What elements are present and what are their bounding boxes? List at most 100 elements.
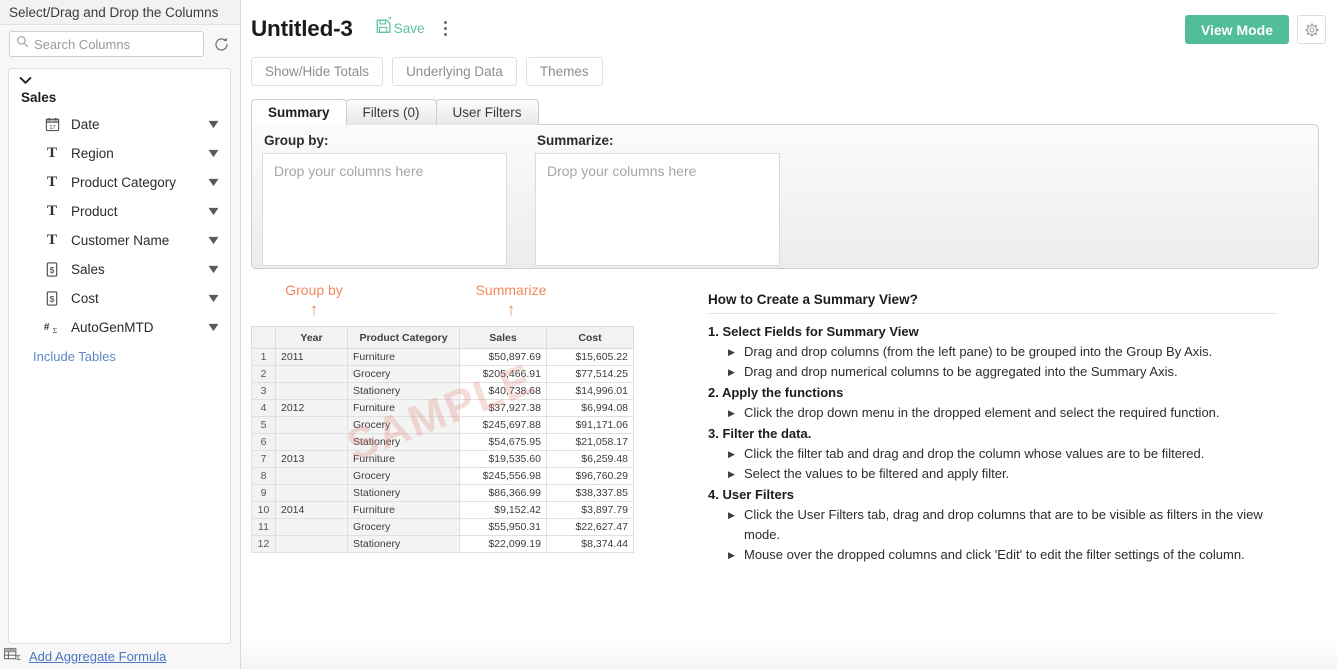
column-item-sales[interactable]: $ Sales [9, 255, 230, 284]
group-by-dropzone[interactable]: Drop your columns here [262, 153, 507, 266]
column-menu-caret-icon[interactable] [206, 147, 220, 161]
annotation-group-by: Group by ↑ [259, 282, 369, 320]
save-label: Save [393, 21, 425, 36]
summarize-label: Summarize: [537, 133, 614, 148]
howto-bullet-text: Mouse over the dropped columns and click… [744, 547, 1245, 562]
cell-sales: $54,675.95 [459, 433, 547, 451]
col-header-index [251, 326, 276, 349]
main-area: Untitled-3 * Save View Mode Show/Hide To… [241, 0, 1337, 669]
triangle-bullet-icon: ▶ [728, 347, 735, 357]
column-label: AutoGenMTD [71, 320, 154, 335]
cell-cost: $3,897.79 [546, 501, 634, 519]
search-input[interactable] [34, 36, 198, 52]
add-aggregate-formula-link[interactable]: Add Aggregate Formula [29, 649, 166, 664]
triangle-bullet-icon: ▶ [728, 367, 735, 377]
table-row: 10 2014 Furniture $9,152.42 $3,897.79 [251, 501, 634, 519]
table-row: 4 2012 Furniture $37,927.38 $6,994.08 [251, 399, 634, 417]
svg-text:*: * [388, 17, 392, 26]
cell-year [275, 416, 348, 434]
tab-summary[interactable]: Summary [251, 99, 347, 125]
cell-year [275, 467, 348, 485]
table-row: 2 Grocery $205,466.91 $77,514.25 [251, 365, 634, 383]
column-item-autogenmtd[interactable]: # Σ AutoGenMTD [9, 313, 230, 342]
cell-cost: $96,760.29 [546, 467, 634, 485]
howto-bullet-item: ▶ Mouse over the dropped columns and clic… [708, 545, 1277, 565]
cell-year [275, 535, 348, 553]
underlying-data-button[interactable]: Underlying Data [392, 57, 517, 86]
howto-bullet-list: ▶ Click the drop down menu in the dropped… [708, 403, 1277, 423]
table-row: 1 2011 Furniture $50,897.69 $15,605.22 [251, 348, 634, 366]
tab-filters[interactable]: Filters (0) [345, 99, 437, 125]
columns-sidebar: Select/Drag and Drop the Columns Search … [0, 0, 241, 669]
text-icon: T [46, 232, 57, 248]
themes-button[interactable]: Themes [525, 57, 603, 86]
column-menu-caret-icon[interactable] [206, 321, 220, 335]
calendar-icon: 17 [43, 116, 61, 134]
summarize-dropzone[interactable]: Drop your columns here [535, 153, 780, 266]
cell-index: 11 [251, 518, 276, 536]
howto-bullet-list: ▶ Click the filter tab and drag and drop … [708, 444, 1277, 484]
title-row: Untitled-3 * Save [249, 0, 1327, 57]
howto-bullet-item: ▶ Click the filter tab and drag and drop … [708, 444, 1277, 464]
howto-bullet-item: ▶ Click the drop down menu in the dropped… [708, 403, 1277, 423]
page-title: Untitled-3 [251, 15, 353, 41]
table-row: 5 Grocery $245,697.88 $91,171.06 [251, 416, 634, 434]
group-collapse-toggle[interactable] [9, 75, 230, 89]
cell-sales: $55,950.31 [459, 518, 547, 536]
cell-year [275, 365, 348, 383]
col-header-cost: Cost [546, 326, 634, 349]
refresh-icon[interactable] [212, 34, 231, 54]
cell-sales: $205,466.91 [459, 365, 547, 383]
column-item-product-category[interactable]: T Product Category [9, 168, 230, 197]
cell-category: Furniture [347, 399, 460, 417]
column-item-customer-name[interactable]: T Customer Name [9, 226, 230, 255]
column-menu-caret-icon[interactable] [206, 205, 220, 219]
column-item-region[interactable]: T Region [9, 139, 230, 168]
text-icon: T [46, 174, 57, 190]
howto-bullet-item: ▶ Select the values to be filtered and ap… [708, 464, 1277, 484]
search-columns-box[interactable] [9, 31, 205, 57]
include-tables-link[interactable]: Include Tables [9, 349, 230, 364]
column-item-product[interactable]: T Product [9, 197, 230, 226]
howto-bullet-list: ▶ Click the User Filters tab, drag and dr… [708, 505, 1277, 565]
cell-year [275, 518, 348, 536]
cell-cost: $6,259.48 [546, 450, 634, 468]
cell-sales: $9,152.42 [459, 501, 547, 519]
cell-cost: $91,171.06 [546, 416, 634, 434]
more-vertical-icon[interactable] [439, 18, 453, 40]
sample-preview: Group by ↑ Summarize ↑ Year Product Cate… [251, 282, 661, 565]
save-button[interactable]: * Save [375, 15, 425, 40]
gear-icon[interactable] [1297, 15, 1326, 44]
column-item-date[interactable]: 17 Date [9, 110, 230, 139]
column-menu-caret-icon[interactable] [206, 176, 220, 190]
howto-step-heading: 4. User Filters [708, 487, 794, 502]
text-icon: T [46, 203, 57, 219]
column-menu-caret-icon[interactable] [206, 263, 220, 277]
cell-sales: $245,697.88 [459, 416, 547, 434]
cell-year: 2011 [275, 348, 348, 366]
drop-panel: Group by: Drop your columns here Summari… [251, 124, 1319, 269]
column-menu-caret-icon[interactable] [206, 118, 220, 132]
search-row [0, 25, 240, 63]
cell-category: Grocery [347, 416, 460, 434]
cell-index: 5 [251, 416, 276, 434]
group-by-label: Group by: [264, 133, 329, 148]
cell-category: Grocery [347, 365, 460, 383]
column-menu-caret-icon[interactable] [206, 234, 220, 248]
aggregate-formula-icon: Σ [4, 647, 23, 667]
show-hide-totals-button[interactable]: Show/Hide Totals [251, 57, 384, 86]
table-row: 9 Stationery $86,366.99 $38,337.85 [251, 484, 634, 502]
column-item-cost[interactable]: $ Cost [9, 284, 230, 313]
cell-sales: $40,738.68 [459, 382, 547, 400]
tab-user-filters[interactable]: User Filters [435, 99, 539, 125]
cell-year [275, 382, 348, 400]
sidebar-footer: Σ Add Aggregate Formula [0, 644, 240, 669]
view-mode-button[interactable]: View Mode [1184, 15, 1289, 44]
howto-title: How to Create a Summary View? [708, 292, 1277, 314]
lower-content: Group by ↑ Summarize ↑ Year Product Cate… [249, 282, 1327, 565]
cell-index: 2 [251, 365, 276, 383]
cell-category: Stationery [347, 382, 460, 400]
col-header-category: Product Category [347, 326, 460, 349]
triangle-bullet-icon: ▶ [728, 550, 735, 560]
column-menu-caret-icon[interactable] [206, 292, 220, 306]
